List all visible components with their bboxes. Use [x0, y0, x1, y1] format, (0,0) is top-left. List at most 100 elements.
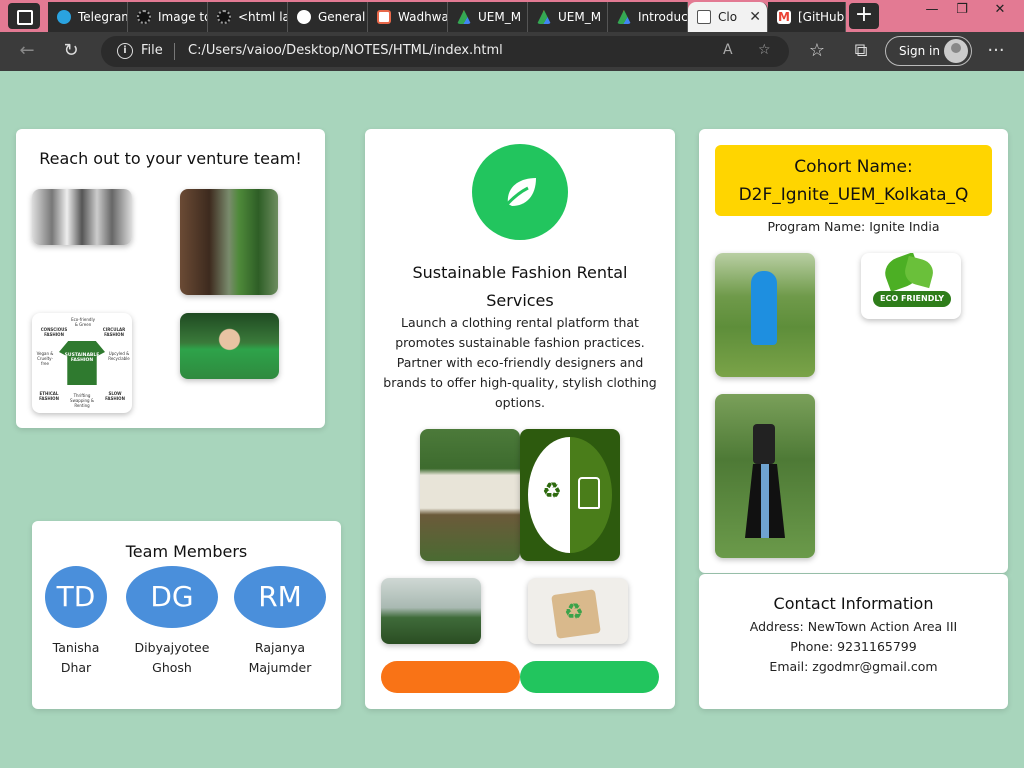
infographic-conscious: CONSCIOUS FASHION: [40, 327, 68, 337]
sign-in-button[interactable]: Sign in: [885, 36, 972, 66]
add-favorite-icon[interactable]: ☆: [758, 42, 771, 58]
close-tab-icon[interactable]: ✕: [749, 2, 761, 32]
leaf-icon: [472, 144, 568, 240]
contact-card: Contact Information Address: NewTown Act…: [699, 574, 1008, 709]
tab-image-to[interactable]: Image to: [128, 2, 208, 32]
collections-icon[interactable]: ⧉: [850, 40, 872, 62]
member-avatar: TD: [45, 566, 107, 628]
contact-address: Address: NewTown Action Area III: [749, 619, 958, 634]
info-icon[interactable]: i: [117, 43, 133, 59]
tab-label: General: [318, 10, 366, 24]
drive-icon: [617, 10, 631, 24]
green-tshirt-woman-photo: [180, 313, 279, 379]
tab-uem-1[interactable]: UEM_M: [448, 2, 528, 32]
tab-html[interactable]: <html la: [208, 2, 288, 32]
tab-introduc[interactable]: Introduc: [608, 2, 688, 32]
idea-card: Sustainable Fashion Rental Services Laun…: [365, 129, 675, 709]
member-dibyajyotee: DG Dibyajyotee Ghosh: [126, 566, 218, 678]
program-name: Program Name: Ignite India: [767, 219, 940, 234]
url-text[interactable]: C:/Users/vaioo/Desktop/NOTES/HTML/index.…: [188, 43, 503, 58]
tab-telegram[interactable]: Telegram: [48, 2, 128, 32]
more-menu-icon[interactable]: ···: [985, 40, 1007, 62]
url-scheme: File: [141, 43, 163, 58]
recycle-icon: ♻: [564, 600, 584, 625]
cohort-banner: Cohort Name: D2F_Ignite_UEM_Kolkata_Q: [715, 145, 992, 216]
tab-label: Telegram: [78, 10, 128, 24]
fashion-photo-bw: [32, 189, 132, 245]
venture-card: Reach out to your venture team! CONSCIOU…: [16, 129, 325, 428]
primary-action-button[interactable]: [381, 661, 520, 693]
idea-title-line1: Sustainable Fashion Rental: [412, 263, 628, 282]
restore-icon[interactable]: ❐: [942, 0, 982, 20]
openai-icon: [137, 10, 151, 24]
contact-title: Contact Information: [773, 594, 934, 613]
telegram-icon: [57, 10, 71, 24]
address-bar[interactable]: i File C:/Users/vaioo/Desktop/NOTES/HTML…: [101, 36, 789, 67]
cohort-card: Cohort Name: D2F_Ignite_UEM_Kolkata_Q Pr…: [699, 129, 1008, 573]
refresh-icon[interactable]: ↻: [60, 40, 82, 62]
tab-label: Introduc: [638, 10, 688, 24]
infographic-ethical: ETHICAL FASHION: [39, 391, 59, 401]
leaf-icon-svg: [500, 178, 536, 211]
tab-github[interactable]: M [GitHub: [768, 2, 846, 32]
address-divider: [174, 43, 175, 60]
sign-in-label: Sign in: [899, 44, 940, 58]
tshirt-icon: [59, 341, 105, 385]
tab-active-clo[interactable]: Clo ✕: [688, 2, 768, 32]
idea-description: Launch a clothing rental platform that p…: [375, 313, 665, 413]
infographic-center-line2: FASHION: [70, 358, 94, 363]
figure-skirt: [745, 464, 785, 538]
city-shoe-photo: [381, 578, 481, 644]
leaf-dress-photo: [180, 189, 278, 295]
infographic-slow: SLOW FASHION: [105, 391, 125, 401]
infographic-center: SUSTAINABLE FASHION: [59, 353, 105, 363]
member-last-name: Ghosh: [152, 660, 192, 675]
eco-friendly-badge: ECO FRIENDLY: [861, 253, 961, 319]
idea-title-line2: Services: [486, 291, 554, 310]
member-avatar: RM: [234, 566, 326, 628]
figure-top: [753, 424, 775, 464]
member-first-name: Tanisha: [52, 640, 100, 655]
infographic-circular: CIRCULAR FASHION: [102, 327, 126, 337]
infographic-eco: Eco-friendly & Green: [71, 317, 95, 327]
secondary-action-button[interactable]: [520, 661, 659, 693]
navigation-bar: ← ↻ i File C:/Users/vaioo/Desktop/NOTES/…: [0, 32, 1024, 71]
member-last-name: Majumder: [248, 660, 312, 675]
idea-desc-line: Partner with eco-friendly designers and: [396, 355, 644, 370]
tab-wadhwa[interactable]: Wadhwa: [368, 2, 448, 32]
member-name: Dibyajyotee Ghosh: [126, 638, 218, 678]
member-avatar: DG: [126, 566, 218, 628]
drive-icon: [537, 10, 551, 24]
tab-general[interactable]: General: [288, 2, 368, 32]
contact-phone[interactable]: Phone: 9231165799: [699, 637, 1008, 657]
idea-desc-line: promotes sustainable fashion practices.: [395, 335, 645, 350]
member-rajanya: RM Rajanya Majumder: [234, 566, 326, 678]
tab-actions-button[interactable]: [8, 3, 40, 29]
close-window-icon[interactable]: ✕: [980, 0, 1020, 20]
contact-details: Address: NewTown Action Area III Phone: …: [699, 617, 1008, 677]
contact-email[interactable]: Email: zgodmr@gmail.com: [699, 657, 1008, 677]
tab-label: [GitHub: [798, 10, 845, 24]
member-first-name: Dibyajyotee: [134, 640, 210, 655]
back-arrow-icon[interactable]: ←: [16, 40, 38, 62]
file-icon: [697, 10, 711, 24]
read-aloud-icon[interactable]: A: [723, 42, 733, 58]
cohort-label: Cohort Name:: [794, 157, 913, 177]
blue-hoodie-figure: [751, 271, 777, 345]
team-title: Team Members: [125, 542, 248, 561]
openai-icon: [217, 10, 231, 24]
favorites-icon[interactable]: ☆: [806, 40, 828, 62]
cohort-heading: Cohort Name: D2F_Ignite_UEM_Kolkata_Q: [715, 153, 992, 209]
infographic-vegan: Vegan & Cruelty-free: [36, 351, 54, 366]
new-tab-button[interactable]: +: [849, 3, 879, 29]
member-last-name: Dhar: [60, 660, 92, 675]
eco-friendly-label: ECO FRIENDLY: [873, 291, 951, 307]
idea-desc-line: Launch a clothing rental platform that: [401, 315, 639, 330]
idea-desc-line: brands to offer high-quality, stylish cl…: [383, 375, 657, 390]
infographic-upcycled: Upcyled & Recyclable: [108, 351, 130, 361]
tab-label: UEM_M: [558, 10, 602, 24]
sustainable-fashion-infographic: CONSCIOUS FASHION Eco-friendly & Green C…: [32, 313, 132, 413]
drive-icon: [457, 10, 471, 24]
gmail-icon: M: [777, 10, 791, 24]
tab-uem-2[interactable]: UEM_M: [528, 2, 608, 32]
